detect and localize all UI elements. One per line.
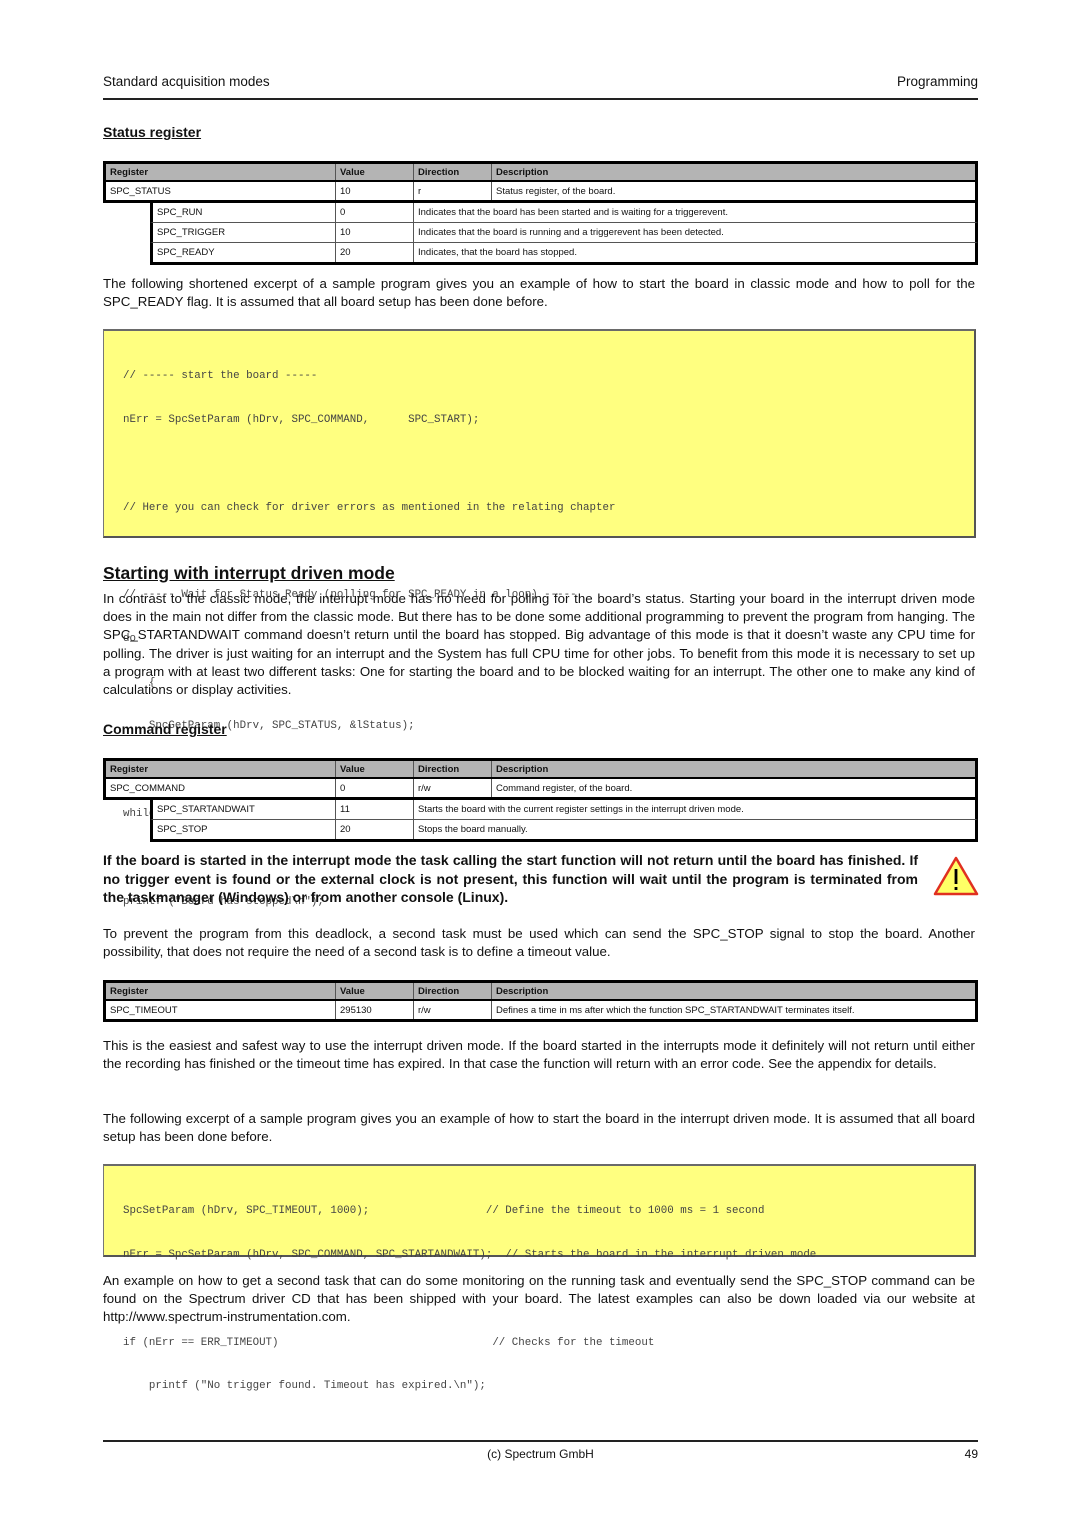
page-number: 49 xyxy=(964,1447,978,1461)
register-name: SPC_STATUS xyxy=(106,182,336,200)
page-header: Standard acquisition modes Programming xyxy=(103,72,978,100)
column-header-description: Description xyxy=(496,985,549,997)
column-header-direction: Direction xyxy=(414,164,492,180)
header-section-title: Standard acquisition modes xyxy=(103,74,270,89)
register-value: 295130 xyxy=(336,1001,414,1019)
paragraph-excerpt-intro: The following excerpt of a sample progra… xyxy=(103,1111,975,1145)
command-register-heading: Command register xyxy=(103,721,227,737)
code-line: printf ("No trigger found. Timeout has e… xyxy=(123,1380,486,1393)
code-block-timeout: SpcSetParam (hDrv, SPC_TIMEOUT, 1000); /… xyxy=(103,1164,976,1392)
register-value: 0 xyxy=(336,203,414,222)
code-line: nErr = SpcSetParam (hDrv, SPC_COMMAND, S… xyxy=(123,413,480,426)
column-header-direction: Direction xyxy=(414,761,492,777)
register-name: SPC_RUN xyxy=(153,203,336,222)
table-row: SPC_TIMEOUT 295130 r/w Defines a time in… xyxy=(103,1001,978,1022)
column-header-value: Value xyxy=(336,983,414,999)
table-row: SPC_STATUS 10 r Status register, of the … xyxy=(103,182,978,203)
register-name: SPC_TIMEOUT xyxy=(106,1001,336,1019)
table-row: SPC_STARTANDWAIT 11 Starts the board wit… xyxy=(150,800,978,820)
table-row: SPC_RUN 0 Indicates that the board has b… xyxy=(150,203,978,223)
register-name: SPC_STARTANDWAIT xyxy=(153,800,336,819)
code-line: // ----- start the board ----- xyxy=(123,370,318,383)
paragraph-interrupt-mode: In contrast to the classic mode, the int… xyxy=(103,591,975,698)
code-line: // Here you can check for driver errors … xyxy=(123,501,616,514)
register-name: SPC_TRIGGER xyxy=(153,223,336,242)
timeout-register-table: Register Value Direction Description SPC… xyxy=(103,980,978,1022)
header-chapter-title: Programming xyxy=(896,74,978,89)
column-header-description: Description xyxy=(496,166,549,178)
register-value: 10 xyxy=(336,182,414,200)
command-register-table: Register Value Direction Description SPC… xyxy=(103,758,978,842)
table-row: SPC_STOP 20 Stops the board manually. xyxy=(150,820,978,842)
table-row: SPC_TRIGGER 10 Indicates that the board … xyxy=(150,223,978,243)
column-header-register: Register xyxy=(106,761,336,777)
register-value: 11 xyxy=(336,800,414,819)
code-line: SpcGetParam (hDrv, SPC_STATUS, &lStatus)… xyxy=(123,720,415,733)
warning-triangle-icon xyxy=(933,856,979,896)
register-description: Defines a time in ms after which the fun… xyxy=(496,1004,855,1016)
column-header-description: Description xyxy=(496,763,549,775)
table-row: SPC_READY 20 Indicates, that the board h… xyxy=(150,243,978,265)
interrupt-mode-heading: Starting with interrupt driven mode xyxy=(103,563,395,583)
paragraph-polling-intro: The following shortened excerpt of a sam… xyxy=(103,276,975,310)
code-line: SpcSetParam (hDrv, SPC_TIMEOUT, 1000); /… xyxy=(123,1205,765,1218)
table-header-row: Register Value Direction Description xyxy=(103,161,978,182)
footer-copyright: (c) Spectrum GmbH xyxy=(487,1447,594,1461)
status-register-table: Register Value Direction Description SPC… xyxy=(103,161,978,265)
code-line: nErr = SpcSetParam (hDrv, SPC_COMMAND, S… xyxy=(123,1248,817,1261)
status-register-heading: Status register xyxy=(103,124,202,140)
register-value: 20 xyxy=(336,820,414,839)
register-direction: r/w xyxy=(414,779,492,797)
register-name: SPC_READY xyxy=(153,243,336,262)
page-footer: (c) Spectrum GmbH 49 xyxy=(103,1440,978,1461)
warning-text: If the board is started in the interrupt… xyxy=(103,852,918,905)
table-header-row: Register Value Direction Description xyxy=(103,758,978,779)
register-value: 10 xyxy=(336,223,414,242)
register-description: Status register, of the board. xyxy=(496,185,616,197)
table-header-row: Register Value Direction Description xyxy=(103,980,978,1001)
register-description: Indicates that the board has been starte… xyxy=(418,207,728,218)
column-header-value: Value xyxy=(336,761,414,777)
register-direction: r xyxy=(414,182,492,200)
column-header-register: Register xyxy=(106,164,336,180)
paragraph-second-task-example: An example on how to get a second task t… xyxy=(103,1273,975,1325)
column-header-direction: Direction xyxy=(414,983,492,999)
column-header-register: Register xyxy=(106,983,336,999)
register-description: Indicates that the board is running and … xyxy=(418,227,724,238)
register-direction: r/w xyxy=(414,1001,492,1019)
register-name: SPC_COMMAND xyxy=(106,779,336,797)
register-description: Starts the board with the current regist… xyxy=(418,804,744,815)
register-description: Indicates, that the board has stopped. xyxy=(418,247,577,258)
table-row: SPC_COMMAND 0 r/w Command register, of t… xyxy=(103,779,978,800)
register-name: SPC_STOP xyxy=(153,820,336,839)
register-value: 20 xyxy=(336,243,414,262)
register-value: 0 xyxy=(336,779,414,797)
code-line: if (nErr == ERR_TIMEOUT) // Checks for t… xyxy=(123,1336,655,1349)
register-description: Command register, of the board. xyxy=(496,782,633,794)
paragraph-deadlock: To prevent the program from this deadloc… xyxy=(103,926,975,960)
paragraph-easiest-way: This is the easiest and safest way to us… xyxy=(103,1038,975,1072)
column-header-value: Value xyxy=(336,164,414,180)
register-description: Stops the board manually. xyxy=(418,824,528,835)
code-block-polling: // ----- start the board ----- nErr = Sp… xyxy=(103,329,976,908)
